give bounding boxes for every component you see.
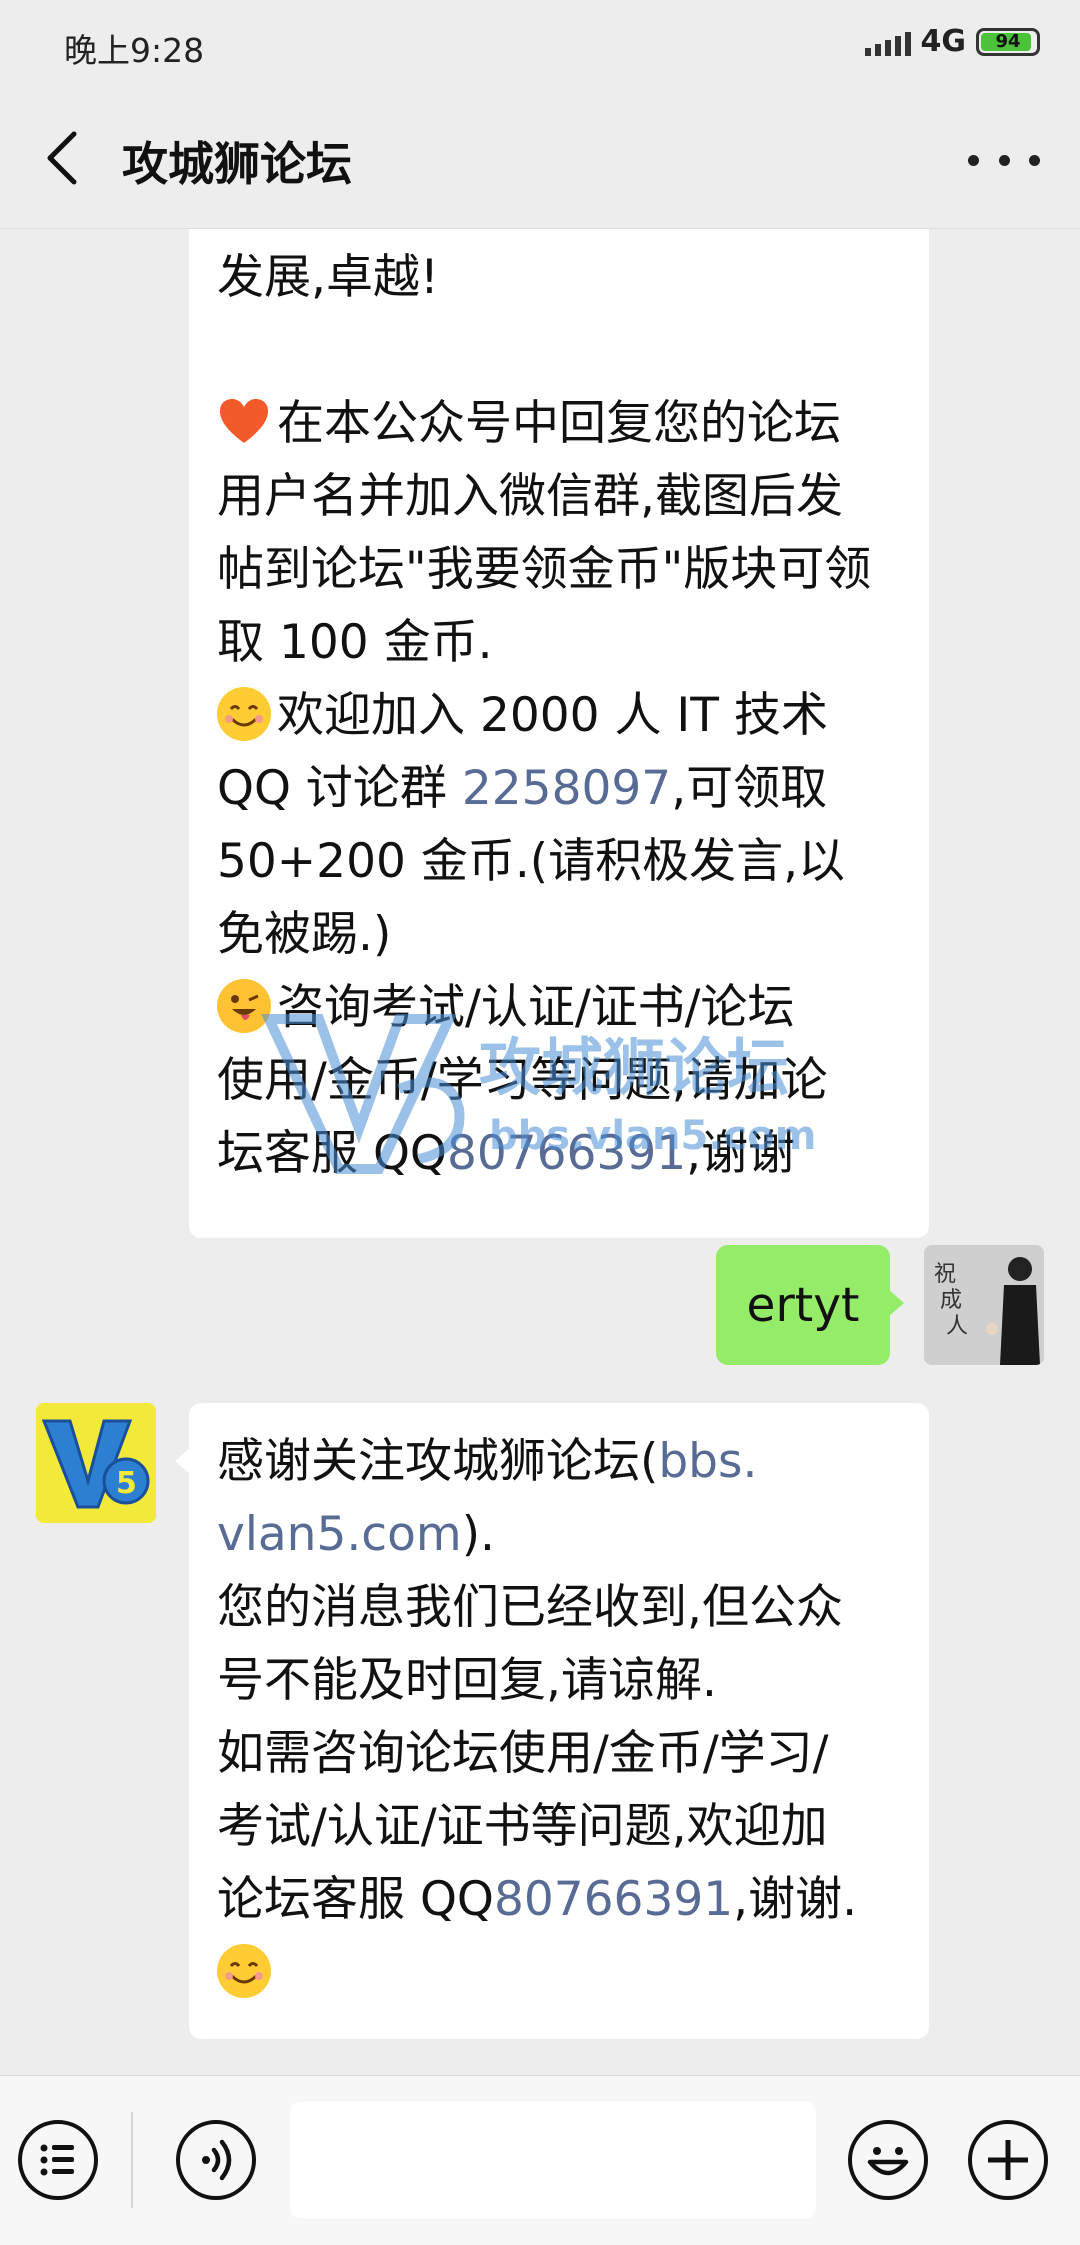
list-menu-icon[interactable] (18, 2120, 98, 2200)
message-line: 论坛客服 QQ80766391,谢谢. (217, 1872, 858, 1927)
chat-title: 攻城狮论坛 (122, 137, 352, 191)
message-line: 您的消息我们已经收到,但公众 (217, 1580, 843, 1635)
status-bar: 晚上9:28 4G 94 (0, 0, 1080, 90)
more-dots-icon[interactable] (968, 130, 1040, 190)
message-line: 号不能及时回复,请谅解. (217, 1653, 717, 1708)
message-list[interactable]: 发展,卓越! 在本公众号中回复您的论坛 用户名并加入微信群,截图后发 帖到论坛"… (0, 229, 1080, 2075)
message-line: 帖到论坛"我要领金币"版块可领 (217, 542, 872, 597)
voice-icon[interactable] (176, 2120, 256, 2200)
forum-link[interactable]: bbs. (658, 1434, 757, 1489)
message-line: 考试/认证/证书等问题,欢迎加 (217, 1799, 828, 1854)
message-line: 欢迎加入 2000 人 IT 技术 (217, 679, 901, 752)
official-account-avatar[interactable]: 5 (36, 1403, 156, 1523)
message-input[interactable] (290, 2102, 816, 2218)
message-line: 发展,卓越! (217, 250, 439, 305)
status-time: 晚上9:28 (64, 31, 205, 70)
wink-emoji-icon (217, 979, 271, 1033)
received-message-bubble: 感谢关注攻城狮论坛(bbs. vlan5.com). 您的消息我们已经收到,但公… (175, 1403, 929, 2039)
svg-text:祝: 祝 (934, 1262, 956, 1287)
message-line: 感谢关注攻城狮论坛(bbs. (217, 1434, 758, 1489)
message-line (217, 1936, 901, 2009)
message-line: 用户名并加入微信群,截图后发 (217, 469, 843, 524)
heart-emoji-icon (217, 395, 271, 449)
message-line: 使用/金币/学习等问题,请加论 (217, 1053, 828, 1108)
qq-service-link[interactable]: 80766391 (447, 1126, 686, 1181)
chevron-left-icon[interactable] (40, 126, 96, 190)
signal-icon (864, 28, 911, 56)
message-line: 50+200 金币.(请积极发言,以 (217, 834, 846, 889)
message-line: vlan5.com). (217, 1507, 495, 1562)
qq-service-link[interactable]: 80766391 (494, 1872, 733, 1927)
message-line: 取 100 金币. (217, 615, 493, 670)
chat-header: 攻城狮论坛 (0, 90, 1080, 229)
smile-emoji-icon (217, 1944, 271, 1998)
svg-text:人: 人 (946, 1314, 968, 1339)
message-line: 咨询考试/认证/证书/论坛 (217, 971, 901, 1044)
input-bar (0, 2075, 1080, 2245)
toolbar-divider (131, 2112, 133, 2208)
smile-emoji-icon (217, 687, 271, 741)
qq-group-link[interactable]: 2258097 (462, 761, 671, 816)
message-line: QQ 讨论群 2258097,可领取 (217, 761, 828, 816)
user-avatar[interactable]: 祝 成 人 (924, 1245, 1044, 1365)
message-line: 在本公众号中回复您的论坛 (217, 387, 901, 460)
message-line: 免被踢.) (217, 907, 392, 962)
status-icons: 4G 94 (864, 24, 1040, 59)
svg-text:5: 5 (116, 1466, 137, 1501)
emoji-icon[interactable] (848, 2120, 928, 2200)
received-message-bubble: 发展,卓越! 在本公众号中回复您的论坛 用户名并加入微信群,截图后发 帖到论坛"… (189, 229, 929, 1238)
battery-level: 94 (995, 31, 1021, 52)
svg-text:成: 成 (940, 1288, 962, 1313)
message-line: 如需咨询论坛使用/金币/学习/ (217, 1726, 829, 1781)
forum-link[interactable]: vlan5.com (217, 1507, 462, 1562)
sent-message-bubble: ertyt (716, 1245, 904, 1365)
sent-message-text: ertyt (746, 1277, 860, 1333)
network-type: 4G (920, 24, 967, 59)
battery-icon: 94 (976, 27, 1040, 56)
message-line: 坛客服 QQ80766391,谢谢 (217, 1126, 796, 1181)
plus-icon[interactable] (968, 2120, 1048, 2200)
